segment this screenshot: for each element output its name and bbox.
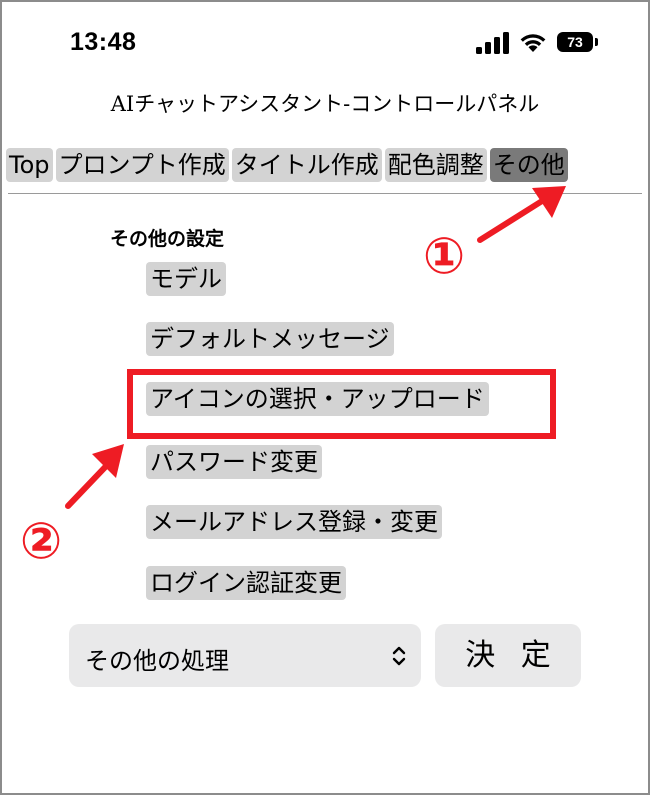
- submit-button[interactable]: 決 定: [435, 624, 581, 687]
- action-select[interactable]: その他の処理: [69, 624, 421, 687]
- annotation-marker-2: ②: [20, 512, 62, 570]
- highlight-box: [127, 369, 556, 439]
- section-heading: その他の設定: [110, 228, 225, 250]
- cellular-signal-icon: [476, 32, 509, 54]
- marker-2-text: ②: [20, 512, 62, 570]
- menu-item-email[interactable]: メールアドレス登録・変更: [146, 505, 442, 539]
- menu-item-login-auth[interactable]: ログイン認証変更: [146, 566, 346, 600]
- tab-title[interactable]: タイトル作成: [231, 148, 382, 182]
- battery-tip: [595, 38, 598, 46]
- marker-1-text: ①: [423, 227, 465, 285]
- select-value: その他の処理: [85, 647, 229, 675]
- menu-item-model[interactable]: モデル: [146, 262, 226, 296]
- menu-item-default-message[interactable]: デフォルトメッセージ: [146, 322, 394, 356]
- wifi-icon: [520, 34, 546, 52]
- arrow-1-icon: [477, 186, 566, 243]
- chevron-updown-icon: [392, 646, 406, 666]
- arrow-2-icon: [65, 444, 124, 509]
- tab-prompt[interactable]: プロンプト作成: [55, 148, 229, 182]
- status-time: 13:48: [70, 28, 137, 56]
- tab-top[interactable]: Top: [6, 148, 53, 182]
- battery-level: 73: [557, 32, 593, 52]
- annotation-marker-1: ①: [423, 227, 465, 285]
- menu-item-password[interactable]: パスワード変更: [146, 445, 322, 479]
- page-title: AIチャットアシスタント-コントロールパネル: [110, 92, 540, 116]
